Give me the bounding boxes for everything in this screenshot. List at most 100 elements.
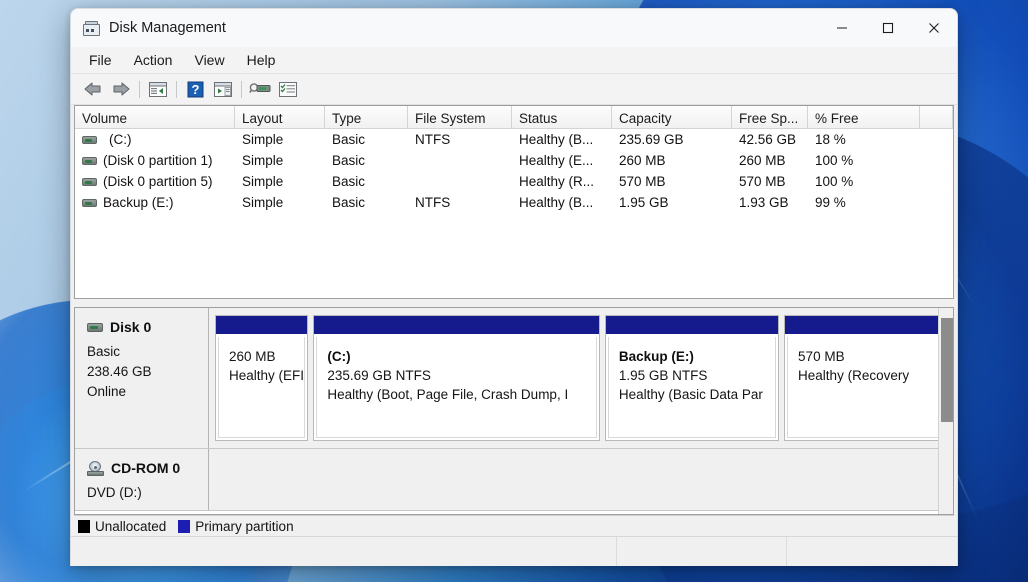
cell-volume-text: Backup (E:) <box>103 195 174 210</box>
disk0-type: Basic <box>87 342 208 362</box>
legend-label-unallocated: Unallocated <box>95 519 166 534</box>
cell-percent-free: 100 % <box>808 174 920 189</box>
legend-item-primary-partition: Primary partition <box>178 519 293 534</box>
volume-drive-icon <box>82 136 97 144</box>
column-header-type[interactable]: Type <box>325 106 408 128</box>
volume-drive-icon <box>82 199 97 207</box>
partition-efi[interactable]: 260 MB Healthy (EFI Sys <box>215 315 308 441</box>
partition-backup-e[interactable]: Backup (E:) 1.95 GB NTFS Healthy (Basic … <box>605 315 779 441</box>
svg-text:?: ? <box>191 82 199 97</box>
legend-swatch-unallocated <box>78 520 90 533</box>
table-row[interactable]: (Disk 0 partition 5) Simple Basic Health… <box>75 171 953 192</box>
show-hide-console-tree-icon[interactable] <box>144 77 172 102</box>
graphical-view-pane: Disk 0 Basic 238.46 GB Online 260 MB <box>74 307 954 515</box>
cdrom0-empty-area[interactable] <box>209 449 953 510</box>
disk-row-cdrom0[interactable]: CD-ROM 0 DVD (D:) <box>75 449 953 511</box>
partition-c[interactable]: (C:) 235.69 GB NTFS Healthy (Boot, Page … <box>313 315 600 441</box>
cdrom0-title: CD-ROM 0 <box>87 460 208 476</box>
partition-color-bar <box>314 316 599 335</box>
cell-free-space: 1.93 GB <box>732 195 808 210</box>
cell-volume: Backup (E:) <box>75 195 235 210</box>
status-segment-3 <box>787 537 957 566</box>
menu-help[interactable]: Help <box>237 49 286 71</box>
status-segment-2 <box>617 537 787 566</box>
column-header-layout[interactable]: Layout <box>235 106 325 128</box>
column-header-volume[interactable]: Volume <box>75 106 235 128</box>
partition-c-label: (C:) <box>327 347 596 366</box>
disk0-state: Online <box>87 382 208 402</box>
column-header-status[interactable]: Status <box>512 106 612 128</box>
partition-recovery[interactable]: 570 MB Healthy (Recovery <box>784 315 947 441</box>
cell-free-space: 570 MB <box>732 174 808 189</box>
status-bar <box>71 536 957 566</box>
rescan-disks-icon[interactable] <box>246 77 274 102</box>
cell-type: Basic <box>325 153 408 168</box>
cell-layout: Simple <box>235 132 325 147</box>
scrollbar-thumb[interactable] <box>941 318 953 422</box>
properties-icon[interactable] <box>274 77 302 102</box>
disk-row-disk0[interactable]: Disk 0 Basic 238.46 GB Online 260 MB <box>75 308 953 449</box>
partition-backup-label: Backup (E:) <box>619 347 775 366</box>
graphical-view-scrollbar[interactable] <box>938 308 953 514</box>
cd-rom-icon <box>87 461 104 476</box>
menu-action[interactable]: Action <box>124 49 183 71</box>
disk-management-window: Disk Management File Action View Help <box>70 8 958 566</box>
cell-layout: Simple <box>235 153 325 168</box>
title-bar: Disk Management <box>71 9 957 47</box>
back-icon[interactable] <box>79 77 107 102</box>
disk0-title: Disk 0 <box>87 319 208 335</box>
cell-capacity: 235.69 GB <box>612 132 732 147</box>
partition-color-bar <box>216 316 307 335</box>
title-bar-left: Disk Management <box>71 20 819 36</box>
cell-volume: (C:) <box>75 132 235 147</box>
cell-type: Basic <box>325 195 408 210</box>
help-icon[interactable]: ? <box>181 77 209 102</box>
cdrom0-info[interactable]: CD-ROM 0 DVD (D:) <box>75 449 209 510</box>
minimize-button[interactable] <box>819 9 865 47</box>
content-area: Volume Layout Type File System Status Ca… <box>71 105 957 536</box>
cell-free-space: 260 MB <box>732 153 808 168</box>
cell-capacity: 570 MB <box>612 174 732 189</box>
pane-splitter[interactable] <box>74 299 954 307</box>
volume-list-pane: Volume Layout Type File System Status Ca… <box>74 105 954 299</box>
cell-status: Healthy (R... <box>512 174 612 189</box>
close-button[interactable] <box>911 9 957 47</box>
toolbar: ? <box>71 74 957 105</box>
table-row[interactable]: Backup (E:) Simple Basic NTFS Healthy (B… <box>75 192 953 213</box>
partition-efi-size: 260 MB <box>229 347 304 366</box>
disk-management-icon <box>83 21 100 36</box>
cell-volume-text: (Disk 0 partition 1) <box>103 153 213 168</box>
menu-bar: File Action View Help <box>71 47 957 74</box>
disk0-info[interactable]: Disk 0 Basic 238.46 GB Online <box>75 308 209 448</box>
desktop-background: Disk Management File Action View Help <box>0 0 1028 582</box>
cell-capacity: 1.95 GB <box>612 195 732 210</box>
column-header-percent-free[interactable]: % Free <box>808 106 920 128</box>
menu-view[interactable]: View <box>184 49 234 71</box>
table-row[interactable]: (Disk 0 partition 1) Simple Basic Health… <box>75 150 953 171</box>
column-header-free-space[interactable]: Free Sp... <box>732 106 808 128</box>
partition-efi-status: Healthy (EFI Sys <box>229 366 304 385</box>
table-row[interactable]: (C:) Simple Basic NTFS Healthy (B... 235… <box>75 129 953 150</box>
menu-file[interactable]: File <box>79 49 122 71</box>
maximize-button[interactable] <box>865 9 911 47</box>
column-header-capacity[interactable]: Capacity <box>612 106 732 128</box>
cell-type: Basic <box>325 132 408 147</box>
forward-icon[interactable] <box>107 77 135 102</box>
disk0-size: 238.46 GB <box>87 362 208 382</box>
partition-color-bar <box>785 316 946 335</box>
show-hide-action-pane-icon[interactable] <box>209 77 237 102</box>
cell-file-system: NTFS <box>408 132 512 147</box>
cell-percent-free: 100 % <box>808 153 920 168</box>
volume-list-body: (C:) Simple Basic NTFS Healthy (B... 235… <box>75 129 953 298</box>
toolbar-separator-3 <box>241 81 242 98</box>
hard-disk-icon <box>87 323 103 332</box>
partition-c-status: Healthy (Boot, Page File, Crash Dump, I <box>327 385 596 404</box>
window-controls <box>819 9 957 47</box>
cell-volume: (Disk 0 partition 1) <box>75 153 235 168</box>
column-header-file-system[interactable]: File System <box>408 106 512 128</box>
cell-free-space: 42.56 GB <box>732 132 808 147</box>
cell-percent-free: 18 % <box>808 132 920 147</box>
legend-swatch-primary-partition <box>178 520 190 533</box>
cell-volume: (Disk 0 partition 5) <box>75 174 235 189</box>
cell-layout: Simple <box>235 195 325 210</box>
